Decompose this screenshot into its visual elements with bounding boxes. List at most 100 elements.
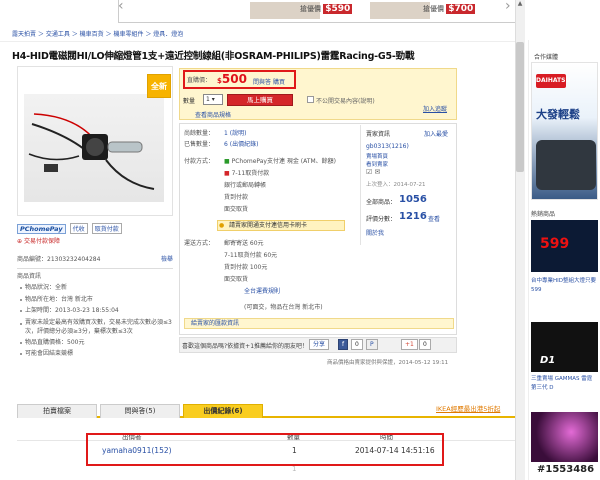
scrollbar-thumb[interactable] [516, 42, 524, 172]
breadcrumb[interactable]: 露天拍賣 ＞ 交通工具 ＞ 機車百貨 ＞ 機車零組件 ＞ 燈具．燈泡 [0, 28, 515, 42]
ad-product-image[interactable] [370, 2, 430, 19]
pay-method: 貨到付款 [224, 194, 249, 201]
private-trade-checkbox[interactable] [307, 96, 314, 103]
ad-price-1[interactable]: 搶優價 $590 [300, 4, 353, 14]
seller-badge-icons: ☑ ✉ [366, 168, 381, 176]
private-trade-label[interactable]: 不公開交易內容(說明) [316, 96, 375, 105]
info-section-title: 商品資訊 [17, 272, 42, 280]
rating-value[interactable]: 1216 [399, 211, 427, 222]
ad-tag: 搶優價 [300, 5, 321, 13]
info-bullet: 物品所在地：台灣 新北市 [17, 294, 173, 306]
ship-methods: 郵寄寄送 60元 7-11取貨付款 60元 貨到付款 100元 面交取貨 [224, 238, 360, 286]
total-items-value[interactable]: 1056 [399, 194, 427, 205]
warranty-text: 交易付款保障 [23, 238, 60, 245]
ship-method: 7-11取貨付款 60元 [224, 252, 278, 259]
pay-method: ■ 7-11取貨付款 [224, 168, 360, 180]
stock-value: 1 [224, 130, 228, 137]
product-ad-3[interactable] [531, 412, 598, 462]
payment-badges[interactable]: PChomePay 代收 取貨付款 [17, 223, 122, 234]
share-label: 分享 [313, 341, 326, 348]
product-photo[interactable] [24, 94, 164, 202]
remit-info-link[interactable]: 給賣家的匯款資訊 [184, 318, 454, 329]
about-seller-link[interactable]: 關於我 [366, 228, 384, 237]
pay-method: 銀行或郵局轉帳 [224, 182, 267, 189]
product-ad-2-desc[interactable]: 三重賣場 GAMMAS 雷霆 第三代 D [531, 375, 599, 393]
warranty-link[interactable]: ⊕ 交易付款保障 [17, 236, 60, 245]
sidebar-title: 合作媒體 [534, 54, 559, 61]
ad-slogan: 大發輕鬆 [536, 108, 580, 121]
info-bullet: 可能會因結束競標 [17, 348, 173, 360]
facebook-icon[interactable]: f [338, 339, 349, 350]
report-link[interactable]: 檢舉 [161, 254, 173, 266]
pay-method: 面交取貨 [224, 206, 249, 213]
stock-help-link[interactable]: (說明) [230, 130, 247, 137]
bid-history-link[interactable]: (出價紀錄) [230, 141, 259, 148]
pay-label: 付款方式： [184, 158, 215, 165]
tab-bid-history[interactable]: 出價紀錄(6) [183, 404, 263, 418]
enable-credit-card-notice[interactable]: 請賣家開通支付連信用卡刷卡 [217, 220, 345, 231]
scroll-up-icon[interactable]: ▲ [516, 0, 524, 8]
product-ad-1-desc[interactable]: 台中專業HID整組大燈只要599 [531, 277, 599, 295]
join-tracking-link[interactable]: 加入追蹤 [423, 104, 447, 113]
quantity-select[interactable]: 1 ▾ [203, 94, 223, 105]
info-bullet: 上架時間：2013-03-23 18:55:04 [17, 305, 173, 317]
plus-count: 0 [419, 339, 431, 350]
info-bullet: 物品狀況：全新 [17, 282, 173, 294]
share-button[interactable]: 分享 [309, 339, 330, 350]
price-footnote: 商品價格由賣家提供與保證，2014-05-12 19:11 [327, 360, 449, 366]
sold-label: 已售數量： [184, 141, 215, 148]
car-image [536, 140, 596, 190]
ad-price-value: $700 [446, 4, 476, 14]
hid-bulb-image [28, 113, 155, 190]
price-highlight-box [183, 70, 296, 89]
chevron-left-icon[interactable]: ‹ [118, 0, 134, 14]
seller-store-link[interactable]: 賣場首頁 [366, 152, 388, 160]
meet-location: (可面交，物品在台灣 新北市) [244, 304, 323, 311]
ship-method: 貨到付款 100元 [224, 264, 268, 271]
buy-now-button[interactable]: 馬上購買 [227, 94, 293, 106]
ad-price-2[interactable]: 搶優價 $700 [423, 4, 476, 14]
seven-eleven-icon: ■ [224, 170, 230, 177]
bid-highlight-box [86, 433, 444, 466]
spec-link[interactable]: 查看商品規格 [195, 110, 231, 119]
total-items-label: 全部商品： [366, 199, 397, 206]
product-info-panel: 商品編號：21303232404284 檢舉 商品資訊 物品狀況：全新 物品所在… [17, 254, 173, 360]
quantity-value: 1 [206, 96, 210, 103]
bid-qty: 1 [292, 465, 297, 473]
item-number: 商品編號：21303232404284 [17, 256, 101, 263]
ship-method: 郵寄寄送 60元 [224, 240, 264, 247]
rating-view-link[interactable]: 查看 [428, 214, 440, 223]
shipping-rules-link[interactable]: 全台運費規則 [244, 286, 280, 298]
ad-tag: 搶優價 [423, 5, 444, 13]
plurk-icon[interactable]: P [366, 339, 378, 350]
pay-method: ■ PChomePay支付連 現金 (ATM、餘額) [224, 156, 360, 168]
daihatsu-logo: DAIHATSU [536, 74, 570, 88]
tab-auction-file[interactable]: 拍賣檔案 [17, 404, 97, 418]
sold-value: 6 [224, 141, 228, 148]
share-prompt: 喜歡這個商品嗎?依據資+1推薦給你的朋友吧！ [182, 343, 309, 350]
product-title: H4-HID電磁閥HI/LO伸縮燈管1支+遠近控制線組(非OSRAM-PHILI… [12, 51, 415, 62]
seller-heading: 賣家資訊 [366, 131, 391, 138]
pay-method-text: PChomePay支付連 現金 (ATM、餘額) [231, 158, 336, 165]
seller-name-link[interactable]: gb0313(1216) [366, 143, 409, 150]
add-favorite-link[interactable]: 加入最愛 [424, 129, 448, 138]
like-count: 0 [351, 339, 363, 350]
pay-methods: ■ PChomePay支付連 現金 (ATM、餘額) ■ 7-11取貨付款 銀行… [224, 156, 360, 216]
pay-tag-cod: 取貨付款 [91, 223, 122, 234]
pchomepay-logo[interactable]: PChomePay [17, 224, 66, 234]
ad-price-value: $590 [323, 4, 353, 14]
seller-last-login: 上次登入：2014-07-21 [366, 182, 426, 188]
pchomepay-icon: ■ [224, 158, 230, 165]
pay-method-text: 7-11取貨付款 [231, 170, 270, 177]
divider [360, 125, 361, 245]
image-watermark: #1553486 [537, 464, 595, 475]
info-bullet: 物品直購價格：500元 [17, 337, 173, 349]
new-badge: 全新 [147, 74, 171, 98]
pay-tag-collect: 代收 [69, 223, 88, 234]
product-ad-2-label: D1 [540, 355, 556, 366]
tab-qa[interactable]: 問與答(5) [100, 404, 180, 418]
google-plus-button[interactable]: +1 [401, 339, 418, 350]
sold-row: 已售數量： 6 (出價紀錄) [184, 139, 258, 151]
seller-contact-link[interactable]: 看到賣家 [366, 160, 388, 168]
info-bullet: 賣家未設定最高有效購買次數，交易未完成次數必須≤3次，評價總分必須≥3分，棄標次… [17, 318, 173, 336]
